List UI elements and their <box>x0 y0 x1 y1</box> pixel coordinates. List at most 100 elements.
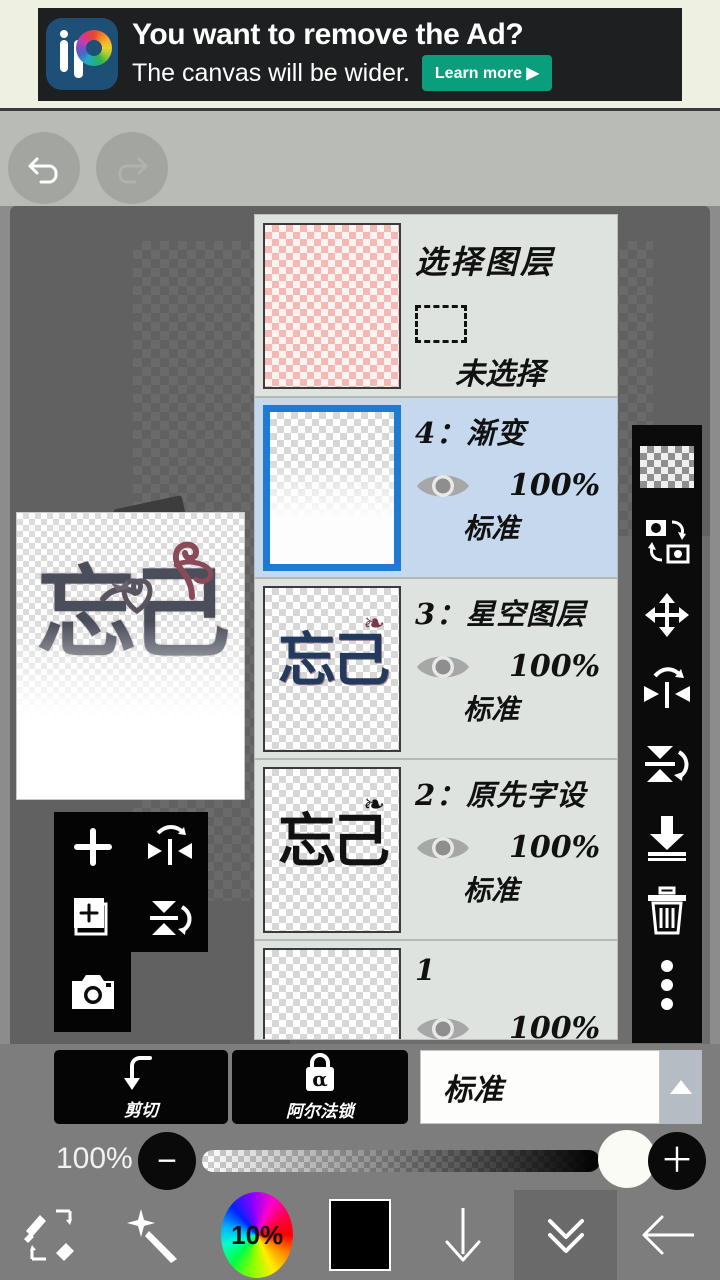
dashed-rectangle-icon <box>415 305 467 343</box>
flip-horizontal-button-left[interactable] <box>131 812 208 882</box>
camera-button[interactable] <box>54 952 131 1032</box>
brush-eraser-toggle-button[interactable] <box>0 1190 103 1280</box>
layer-2-meta-row: 100% <box>415 830 607 865</box>
ad-banner-inner[interactable]: You want to remove the Ad? The canvas wi… <box>38 7 682 101</box>
layer-4-thumbnail[interactable] <box>263 404 401 571</box>
artwork-white-fade <box>17 513 244 799</box>
ad-text-block: You want to remove the Ad? The canvas wi… <box>118 17 674 91</box>
transparency-swatch-icon <box>640 446 694 488</box>
color-wheel-button[interactable]: 10% <box>206 1190 309 1280</box>
triangle-up-icon <box>670 1080 692 1094</box>
alpha-lock-icon: α <box>306 1052 334 1091</box>
flip-horizontal-button[interactable] <box>639 659 695 719</box>
layer-2-name: 2：原先字设 <box>415 778 587 812</box>
transparency-swatch-button[interactable] <box>639 437 695 497</box>
layer-2-blend: 标准 <box>463 874 520 907</box>
layer-3-info: 3：星空图层 100% 标准 <box>403 587 611 750</box>
layer-2-thumbnail[interactable]: ❧ 忘己 <box>263 766 401 933</box>
layer-4-blend: 标准 <box>463 512 520 545</box>
swap-layers-button[interactable] <box>639 511 695 571</box>
blend-mode-select[interactable]: 标准 <box>420 1050 660 1124</box>
alpha-lock-button[interactable]: α 阿尔法锁 <box>232 1050 408 1124</box>
layer-3-opacity: 100% <box>509 649 601 684</box>
add-layer-button[interactable] <box>54 812 131 882</box>
artwork-preview[interactable]: 忘己 <box>16 512 245 800</box>
redo-icon <box>118 157 148 184</box>
flip-horizontal-icon <box>644 667 690 708</box>
delete-layer-button[interactable] <box>639 881 695 941</box>
layer-row-4[interactable]: 4：渐变 100% 标准 <box>255 398 617 579</box>
ad-banner[interactable]: You want to remove the Ad? The canvas wi… <box>0 0 720 108</box>
layer-row-2[interactable]: ❧ 忘己 2：原先字设 100% 标准 <box>255 760 617 941</box>
visibility-eye-icon[interactable] <box>415 1012 471 1041</box>
magic-wand-button[interactable] <box>103 1190 206 1280</box>
collapse-panel-button[interactable] <box>514 1190 618 1280</box>
camera-icon <box>71 975 114 1009</box>
more-options-button[interactable] <box>639 955 695 1015</box>
layer-4-meta-row: 100% <box>415 468 607 503</box>
ibispaint-logo-icon <box>46 18 118 90</box>
logo-color-wheel-icon <box>76 30 112 66</box>
right-layer-toolbar <box>632 425 702 1043</box>
layer-row-3[interactable]: ❧ 忘己 3：星空图层 100% 标准 <box>255 579 617 760</box>
layer-1-name: 1 <box>415 953 437 987</box>
double-chevron-down-icon <box>547 1219 584 1253</box>
duplicate-layer-button[interactable] <box>54 882 131 952</box>
undo-button[interactable] <box>8 132 80 204</box>
logo-i-dot <box>60 30 68 38</box>
opacity-increase-button[interactable]: ＋ <box>648 1132 706 1190</box>
layer-panel[interactable]: 选择图层 未选择 4：渐变 100% 标准 ❧ 忘己 3：星空图层 100% 标… <box>254 214 618 1040</box>
merge-down-button[interactable] <box>639 807 695 867</box>
undo-icon <box>28 157 58 184</box>
down-arrow-icon <box>445 1208 481 1262</box>
redo-button[interactable] <box>96 132 168 204</box>
flip-vertical-icon <box>645 746 689 782</box>
back-arrow-icon <box>642 1215 694 1255</box>
layer-2-thumb-wrap: ❧ 忘己 <box>263 766 403 933</box>
ad-subrow: The canvas will be wider. Learn more ▶ <box>132 55 674 91</box>
move-button[interactable] <box>639 585 695 645</box>
clipping-arrow-icon <box>124 1055 152 1090</box>
layer-4-meta: 100% 标准 <box>415 468 607 547</box>
back-button[interactable] <box>617 1190 720 1280</box>
color-swatch-button[interactable] <box>309 1190 412 1280</box>
flip-vertical-icon <box>149 901 191 935</box>
visibility-eye-icon[interactable] <box>415 469 471 503</box>
magic-wand-icon <box>127 1209 178 1263</box>
select-layer-thumbnail[interactable] <box>263 222 401 389</box>
select-layer-checker <box>265 224 399 387</box>
layer-4-name: 4：渐变 <box>415 416 527 450</box>
layer-3-blend: 标准 <box>463 693 520 726</box>
flip-vertical-button-left[interactable] <box>131 882 208 952</box>
opacity-value: 100% <box>56 1142 133 1175</box>
color-wheel-label: 10% <box>231 1219 284 1250</box>
flip-vertical-button[interactable] <box>639 733 695 793</box>
color-swatch-icon <box>329 1199 391 1271</box>
add-layer-icon <box>73 828 112 866</box>
visibility-eye-icon[interactable] <box>415 831 471 865</box>
layer-1-thumbnail[interactable] <box>263 947 401 1039</box>
opacity-slider-track[interactable] <box>202 1150 600 1172</box>
clip-button-label: 剪切 <box>124 1100 158 1121</box>
layer-2-glyph: 忘己 <box>277 806 390 875</box>
layer-3-name: 3：星空图层 <box>415 597 587 631</box>
layer-4-thumb-wrap <box>263 404 403 571</box>
learn-more-button[interactable]: Learn more ▶ <box>421 55 552 91</box>
layer-2-info: 2：原先字设 100% 标准 <box>403 768 611 931</box>
top-navigation-bar <box>0 108 720 206</box>
clip-button[interactable]: 剪切 <box>54 1050 228 1124</box>
layer-3-thumbnail[interactable]: ❧ 忘己 <box>263 585 401 752</box>
blend-mode-expand-button[interactable] <box>660 1050 702 1124</box>
flip-horizontal-icon <box>147 825 192 865</box>
layer-3-thumb-wrap: ❧ 忘己 <box>263 585 403 752</box>
color-wheel-icon: 10% <box>221 1192 294 1278</box>
visibility-eye-icon[interactable] <box>415 650 471 684</box>
opacity-decrease-button[interactable]: − <box>138 1132 196 1190</box>
swap-layers-icon <box>646 520 690 564</box>
select-layer-header-row[interactable]: 选择图层 未选择 <box>255 215 617 398</box>
download-button[interactable] <box>411 1190 514 1280</box>
move-icon <box>645 593 689 637</box>
layer-4-opacity: 100% <box>509 468 601 503</box>
layer-row-1[interactable]: 1 100% <box>255 941 617 1041</box>
left-tool-panel <box>54 812 208 952</box>
